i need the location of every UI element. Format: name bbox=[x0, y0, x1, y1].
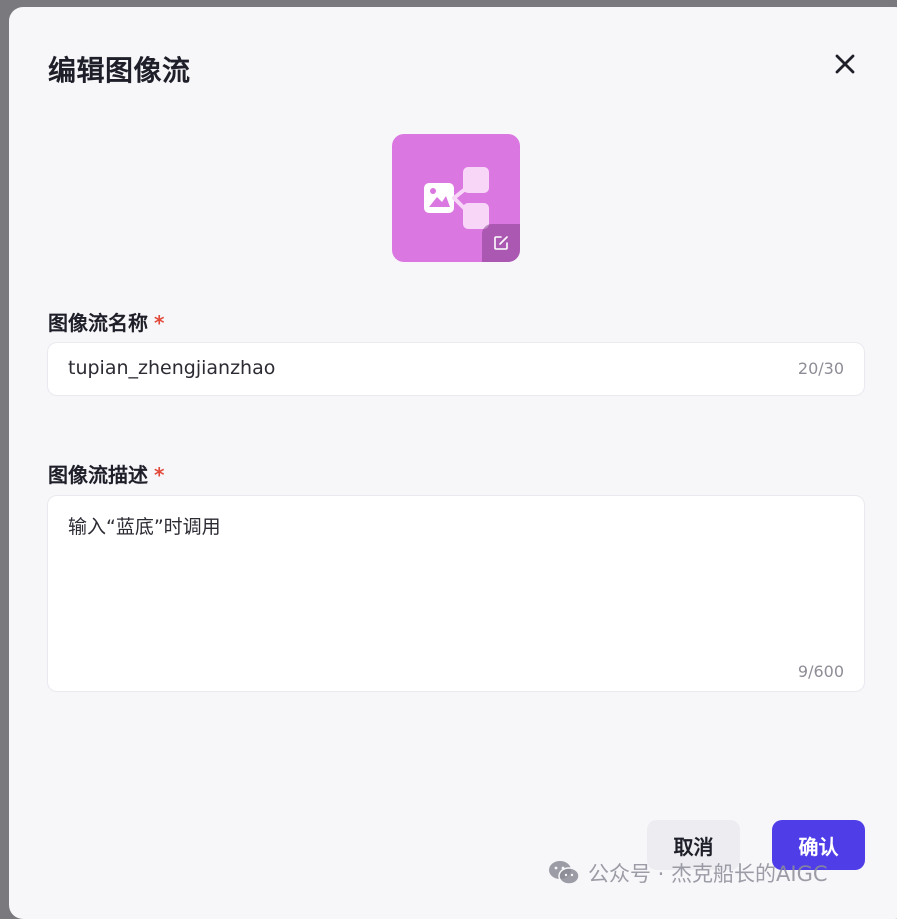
edit-avatar-button[interactable] bbox=[482, 224, 520, 262]
edit-icon bbox=[494, 236, 508, 250]
name-input[interactable]: tupian_zhengjianzhao 20/30 bbox=[47, 342, 865, 396]
watermark: 公众号 · 杰克船长的AIGC bbox=[548, 858, 828, 888]
description-char-counter: 9/600 bbox=[797, 662, 844, 681]
close-icon bbox=[835, 54, 855, 74]
close-button[interactable] bbox=[831, 50, 859, 78]
name-input-value: tupian_zhengjianzhao bbox=[68, 357, 276, 379]
description-value: 输入“蓝底”时调用 bbox=[68, 516, 221, 538]
dialog-title: 编辑图像流 bbox=[48, 54, 191, 87]
edit-image-flow-dialog: 编辑图像流 图像流名称 * tupian_zhengjianzhao 20/30 … bbox=[9, 7, 897, 919]
name-char-counter: 20/30 bbox=[797, 359, 844, 378]
image-flow-avatar[interactable] bbox=[392, 134, 520, 262]
watermark-text: 公众号 · 杰克船长的AIGC bbox=[588, 862, 828, 886]
wechat-icon bbox=[549, 861, 580, 885]
name-field-label: 图像流名称 * bbox=[48, 311, 165, 335]
description-textarea[interactable]: 输入“蓝底”时调用 9/600 bbox=[47, 495, 865, 692]
required-mark: * bbox=[154, 311, 165, 335]
description-field-label: 图像流描述 * bbox=[48, 463, 165, 487]
required-mark: * bbox=[154, 463, 165, 487]
